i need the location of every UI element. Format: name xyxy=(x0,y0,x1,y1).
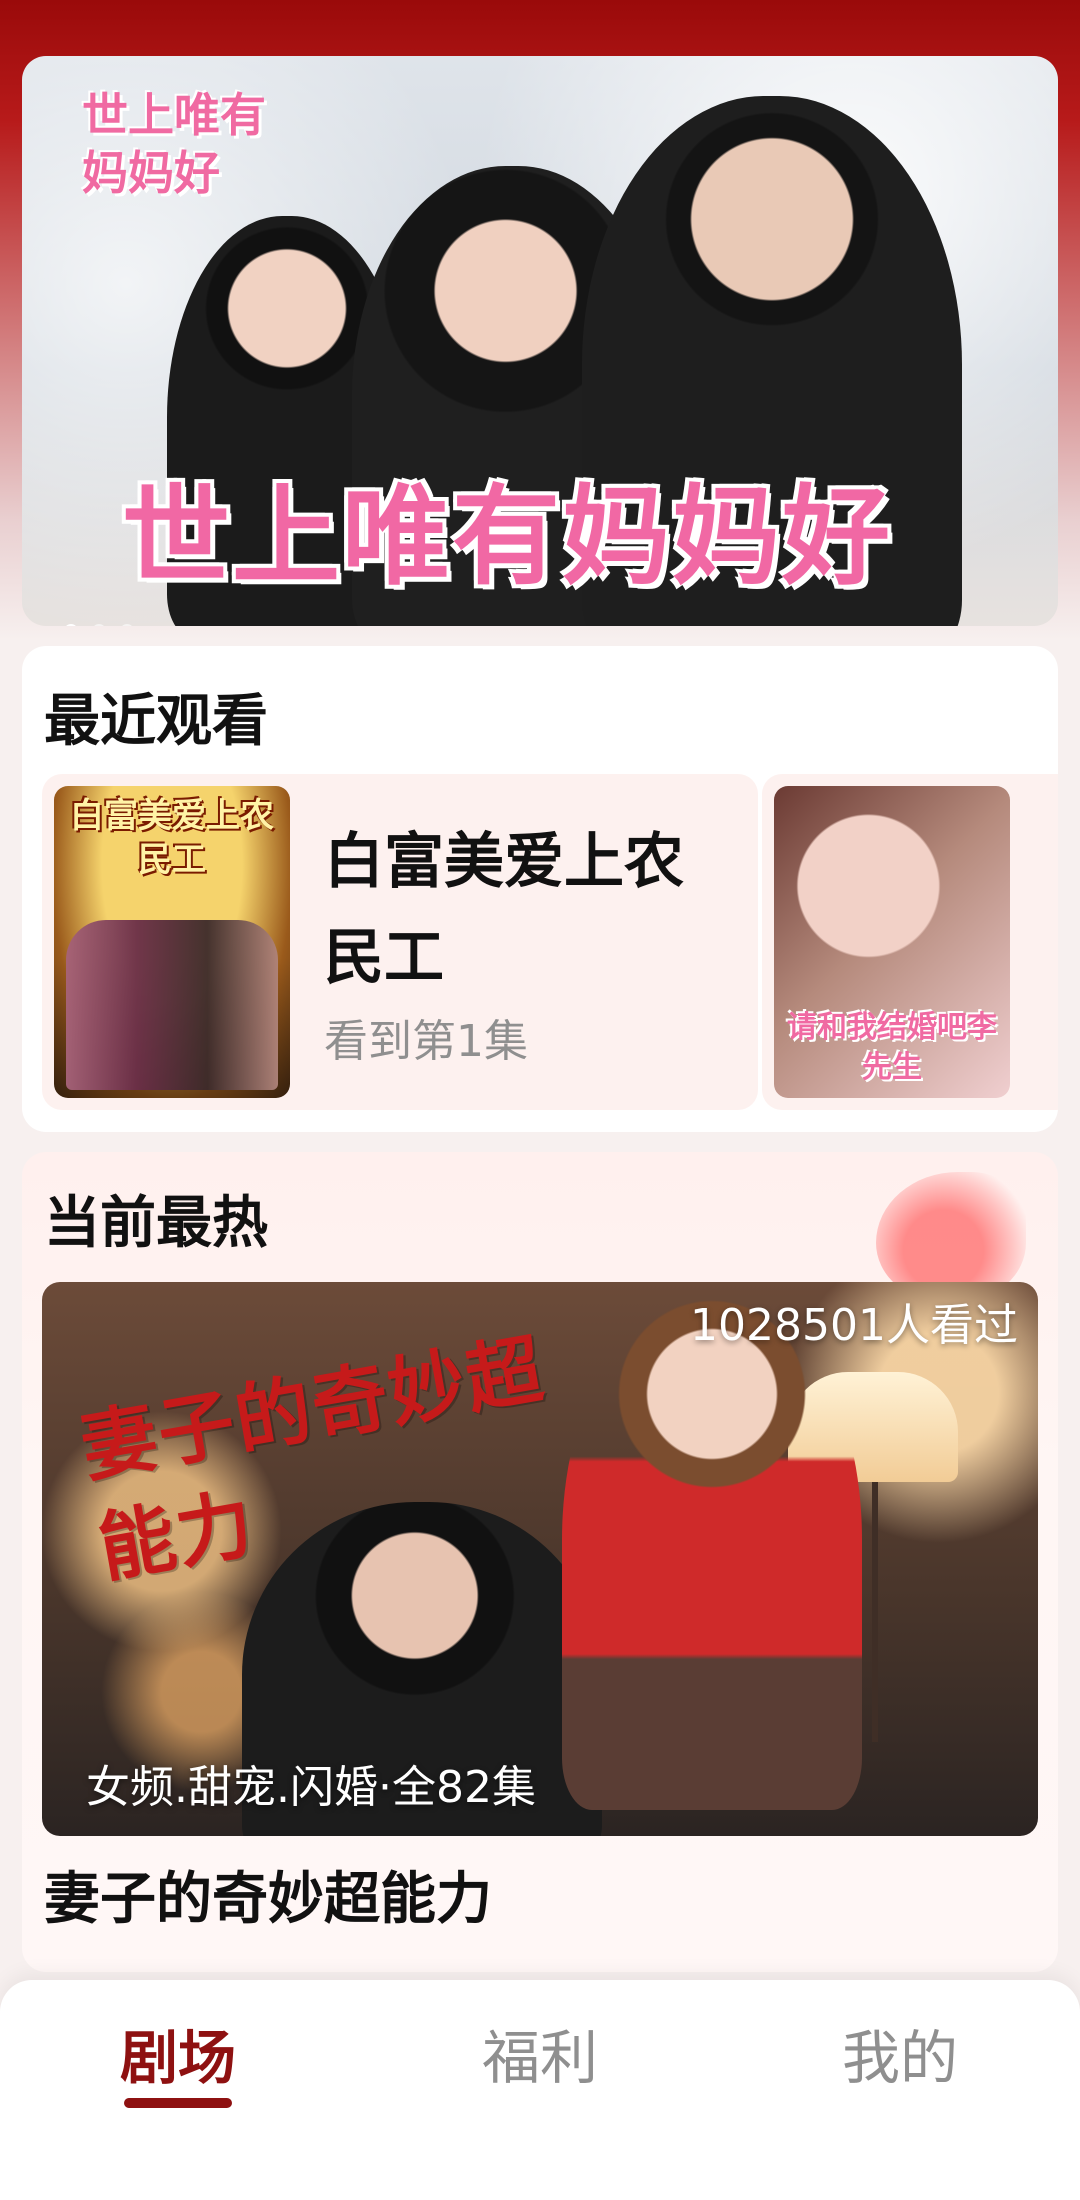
bottom-navigation: 剧场 福利 我的 xyxy=(0,1980,1080,2200)
recent-item-info: 白富美爱上农民工 看到第1集 xyxy=(324,814,738,1070)
hot-show-title[interactable]: 妻子的奇妙超能力 xyxy=(44,1864,492,1936)
banner-dot[interactable] xyxy=(120,624,134,626)
banner-pagination xyxy=(64,624,134,626)
hot-tags: 女频.甜宠.闪婚·全82集 xyxy=(86,1762,536,1813)
poster-title-text: 请和我结婚吧李先生 xyxy=(787,1010,997,1085)
nav-theater-tab[interactable]: 剧场 xyxy=(58,2018,298,2098)
active-tab-indicator xyxy=(124,2098,232,2108)
hot-poster[interactable]: 妻子的奇妙超能力 1028501人看过 女频.甜宠.闪婚·全82集 xyxy=(42,1282,1038,1836)
hot-view-count: 1028501人看过 xyxy=(690,1300,1018,1351)
nav-welfare-tab[interactable]: 福利 xyxy=(420,2018,660,2098)
poster-cast-art xyxy=(66,920,278,1090)
recent-poster[interactable]: 请和我结婚吧李先生 xyxy=(774,786,1010,1098)
hot-card: 当前最热 妻子的奇妙超能力 1028501人看过 女频.甜宠.闪婚·全82集 妻… xyxy=(22,1152,1058,1972)
banner-title: 世上唯有妈妈好 xyxy=(122,474,893,600)
banner-dot[interactable] xyxy=(64,624,78,626)
recent-item-title: 白富美爱上农民工 xyxy=(324,827,684,993)
nav-mine-tab[interactable]: 我的 xyxy=(780,2018,1020,2098)
banner-dot[interactable] xyxy=(92,624,106,626)
recent-item[interactable]: 请和我结婚吧李先生 xyxy=(762,774,1058,1110)
lamp-pole-decor xyxy=(872,1482,878,1742)
poster-title-text: 白富美爱上农民工 xyxy=(70,796,274,880)
recent-item-progress: 看到第1集 xyxy=(324,1016,528,1067)
app-screen: 世上唯有妈妈好 世上唯有妈妈好 最近观看 白富美爱上农民工 白富美爱上农民工 看… xyxy=(0,0,1080,2200)
recent-section-title: 最近观看 xyxy=(44,689,268,754)
recent-watch-card: 最近观看 白富美爱上农民工 白富美爱上农民工 看到第1集 请和我结婚吧李先生 xyxy=(22,646,1058,1132)
banner-carousel[interactable]: 世上唯有妈妈好 世上唯有妈妈好 xyxy=(22,56,1058,626)
recent-poster[interactable]: 白富美爱上农民工 xyxy=(54,786,290,1098)
banner-logo-title: 世上唯有妈妈好 xyxy=(82,88,266,200)
hot-section-title: 当前最热 xyxy=(44,1191,268,1256)
recent-item[interactable]: 白富美爱上农民工 白富美爱上农民工 看到第1集 xyxy=(42,774,758,1110)
